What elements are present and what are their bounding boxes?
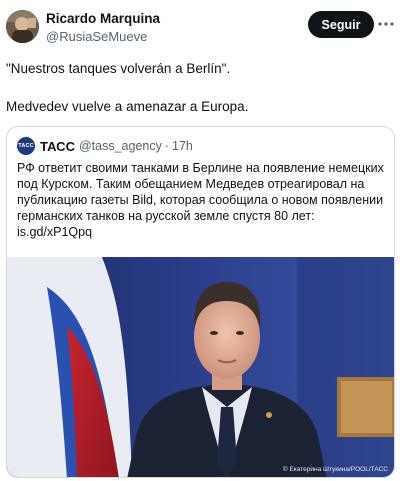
author-handle[interactable]: @RusiaSeMueve xyxy=(46,29,160,45)
quoted-separator: · xyxy=(164,139,170,153)
author-block: Ricardo Marquina @RusiaSeMueve xyxy=(46,11,160,45)
quoted-text-line: германских танков на русской земле спуст… xyxy=(17,209,315,223)
more-horizontal-icon[interactable] xyxy=(378,15,394,33)
quoted-text-line: публикацию газеты Bild, которая сообщила… xyxy=(17,193,384,207)
quoted-text-line: под Курском. Таким обещанием Медведев от… xyxy=(17,177,365,191)
quoted-text-line: РФ ответит своими танками в Берлине на п… xyxy=(17,161,384,175)
avatar-image xyxy=(6,10,39,43)
quoted-text-link[interactable]: is.gd/xP1Qpq xyxy=(17,224,389,240)
quoted-author-name[interactable]: ТАСС xyxy=(40,139,75,154)
author-avatar[interactable] xyxy=(6,10,39,43)
photo-credit: © Екатерина Штукина/POOL/ТАСС xyxy=(282,466,388,473)
quoted-author-handle[interactable]: @tass_agency xyxy=(79,139,162,153)
quoted-tweet-photo[interactable]: © Екатерина Штукина/POOL/ТАСС xyxy=(7,257,394,477)
tass-logo-icon[interactable]: ТАСС xyxy=(17,137,35,155)
author-name[interactable]: Ricardo Marquina xyxy=(46,11,160,27)
tweet-text-line: "Nuestros tanques volverán a Berlín". xyxy=(6,61,231,76)
quoted-tweet-card[interactable]: ТАСС ТАСС @tass_agency · 17h РФ ответит … xyxy=(6,126,395,478)
quoted-timestamp[interactable]: 17h xyxy=(172,139,193,153)
tweet-text: "Nuestros tanques volverán a Berlín". Me… xyxy=(6,60,391,116)
tweet-text-line: Medvedev vuelve a amenazar a Europa. xyxy=(6,99,249,114)
follow-button[interactable]: Seguir xyxy=(308,11,374,38)
tweet: Ricardo Marquina @RusiaSeMueve Seguir "N… xyxy=(0,0,400,481)
quoted-tweet-header: ТАСС ТАСС @tass_agency · 17h xyxy=(17,137,193,155)
quoted-tweet-text: РФ ответит своими танками в Берлине на п… xyxy=(17,160,389,240)
photo-image xyxy=(7,257,394,477)
